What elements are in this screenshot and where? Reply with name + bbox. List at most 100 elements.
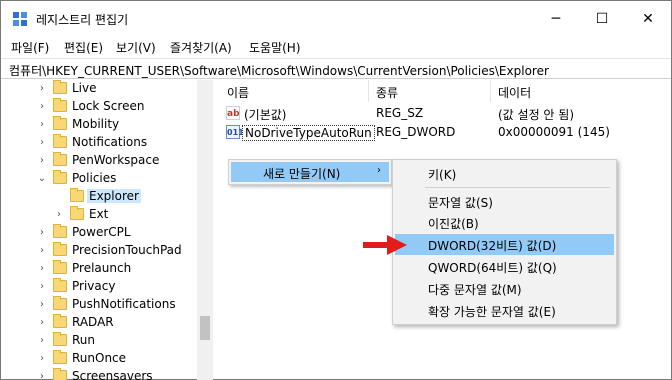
submenu-item-qword-value[interactable]: QWORD(64비트) 값(Q): [395, 256, 614, 277]
folder-icon: [53, 332, 67, 346]
tree-item-penworkspace[interactable]: › PenWorkspace: [1, 152, 197, 170]
address-bar[interactable]: 컴퓨터\HKEY_CURRENT_USER\Software\Microsoft…: [1, 58, 671, 79]
tree-item-label: PrecisionTouchPad: [72, 243, 182, 257]
column-header-data[interactable]: 데이터: [498, 84, 531, 101]
menu-bar: 파일(F) 편집(E) 보기(V) 즐겨찾기(A) 도움말(H): [1, 37, 671, 57]
tree-item-screensavers[interactable]: › Screensavers: [1, 368, 197, 380]
tree-item-notifications[interactable]: › Notifications: [1, 134, 197, 152]
tree-item-runonce[interactable]: › RunOnce: [1, 350, 197, 368]
folder-icon: [53, 296, 67, 310]
value-data: 0x00000091 (145): [498, 125, 610, 139]
tree-item-powercpl[interactable]: › PowerCPL: [1, 224, 197, 242]
maximize-button[interactable]: ☐: [579, 1, 625, 37]
title-bar: 레지스트리 편집기 ─ ☐ ✕: [1, 1, 671, 37]
submenu-item-label: DWORD(32비트) 값(D): [428, 239, 557, 253]
column-header-name[interactable]: 이름: [227, 84, 249, 101]
menu-view[interactable]: 보기(V): [116, 39, 156, 56]
submenu-item-label: 확장 가능한 문자열 값(E): [428, 305, 556, 319]
menu-file[interactable]: 파일(F): [11, 39, 49, 56]
tree-item-precisiontouchpad[interactable]: › PrecisionTouchPad: [1, 242, 197, 260]
tree-item-ext[interactable]: › Ext: [1, 206, 197, 224]
tree-item-label: PenWorkspace: [72, 153, 160, 167]
submenu-item-key[interactable]: 키(K): [395, 163, 614, 184]
submenu-arrow-icon: ›: [377, 165, 381, 176]
tree-item-run[interactable]: › Run: [1, 332, 197, 350]
maximize-icon: ☐: [595, 11, 609, 27]
tree-item-label: Mobility: [72, 117, 120, 131]
value-name: (기본값): [244, 108, 287, 122]
submenu-item-label: 다중 문자열 값(M): [428, 283, 522, 297]
folder-icon: [70, 206, 84, 220]
minimize-button[interactable]: ─: [533, 1, 579, 37]
tree-item-live[interactable]: › Live: [1, 80, 197, 98]
new-submenu: 키(K) 문자열 값(S) 이진값(B) DWORD(32비트) 값(D) QW…: [392, 159, 617, 325]
menu-edit[interactable]: 편집(E): [64, 39, 103, 56]
submenu-item-label: 키(K): [428, 168, 457, 182]
chevron-right-icon[interactable]: ›: [54, 208, 64, 222]
chevron-right-icon[interactable]: ›: [37, 298, 47, 312]
chevron-right-icon[interactable]: ›: [37, 154, 47, 168]
chevron-right-icon[interactable]: ›: [37, 226, 47, 240]
submenu-item-dword-value[interactable]: DWORD(32비트) 값(D): [395, 234, 614, 255]
submenu-item-binary-value[interactable]: 이진값(B): [395, 212, 614, 233]
tree-item-pushnotifications[interactable]: › PushNotifications: [1, 296, 197, 314]
value-row[interactable]: 011 NoDriveTypeAutoRun REG_DWORD 0x00000…: [218, 123, 671, 143]
folder-open-icon: [53, 170, 67, 184]
column-header-type[interactable]: 종류: [376, 84, 398, 101]
value-name: NoDriveTypeAutoRun: [242, 125, 375, 141]
folder-icon: [53, 98, 67, 112]
tree-item-label: RunOnce: [72, 351, 127, 365]
value-row[interactable]: ab (기본값) REG_SZ (값 설정 안 됨): [218, 104, 671, 124]
folder-icon: [53, 224, 67, 238]
chevron-right-icon[interactable]: ›: [37, 280, 47, 294]
chevron-right-icon[interactable]: ›: [37, 82, 47, 96]
folder-icon: [53, 278, 67, 292]
folder-icon: [53, 242, 67, 256]
tree-scrollbar[interactable]: [197, 80, 213, 380]
chevron-right-icon[interactable]: ›: [37, 118, 47, 132]
column-divider[interactable]: [368, 80, 369, 102]
tree-item-label: Ext: [89, 207, 109, 221]
submenu-item-multi-string-value[interactable]: 다중 문자열 값(M): [395, 278, 614, 299]
key-tree: › Live › Lock Screen › Mobility › Notifi…: [1, 80, 213, 380]
tree-item-label: Run: [72, 333, 96, 347]
tree-item-label: Screensavers: [72, 369, 153, 380]
red-arrow-icon: [363, 235, 407, 255]
tree-item-policies[interactable]: ⌄ Policies: [1, 170, 197, 188]
submenu-item-expandable-string-value[interactable]: 확장 가능한 문자열 값(E): [395, 300, 614, 321]
chevron-down-icon[interactable]: ⌄: [37, 172, 47, 186]
tree-item-label: PowerCPL: [72, 225, 131, 239]
folder-icon: [53, 152, 67, 166]
tree-item-radar[interactable]: › RADAR: [1, 314, 197, 332]
chevron-right-icon[interactable]: ›: [37, 136, 47, 150]
tree-item-label: Lock Screen: [72, 99, 145, 113]
chevron-right-icon[interactable]: ›: [37, 244, 47, 258]
tree-item-prelaunch[interactable]: › Prelaunch: [1, 260, 197, 278]
context-item-new[interactable]: 새로 만들기(N) ›: [231, 162, 389, 182]
tree-item-label: Policies: [72, 171, 117, 185]
menu-help[interactable]: 도움말(H): [249, 39, 301, 56]
chevron-right-icon[interactable]: ›: [37, 262, 47, 276]
binary-value-icon: 011: [226, 125, 244, 139]
tree-item-label: Notifications: [72, 135, 148, 149]
tree-item-mobility[interactable]: › Mobility: [1, 116, 197, 134]
tree-item-privacy[interactable]: › Privacy: [1, 278, 197, 296]
tree-item-label: Privacy: [72, 279, 116, 293]
column-divider[interactable]: [490, 80, 491, 102]
chevron-right-icon[interactable]: ›: [37, 370, 47, 380]
chevron-right-icon[interactable]: ›: [37, 334, 47, 348]
chevron-right-icon[interactable]: ›: [37, 100, 47, 114]
tree-item-explorer[interactable]: Explorer: [1, 188, 197, 206]
scrollbar-thumb[interactable]: [200, 316, 210, 340]
tree-item-lock-screen[interactable]: › Lock Screen: [1, 98, 197, 116]
tree-item-label: RADAR: [72, 315, 114, 329]
registry-editor-icon: [13, 12, 27, 26]
chevron-right-icon[interactable]: ›: [37, 352, 47, 366]
chevron-right-icon[interactable]: ›: [37, 316, 47, 330]
value-data: (값 설정 안 됨): [498, 108, 575, 122]
submenu-item-string-value[interactable]: 문자열 값(S): [395, 191, 614, 212]
tree-item-label: Prelaunch: [72, 261, 132, 275]
context-item-label: 새로 만들기(N): [263, 167, 341, 181]
menu-favorites[interactable]: 즐겨찾기(A): [170, 39, 232, 56]
close-button[interactable]: ✕: [625, 1, 671, 37]
